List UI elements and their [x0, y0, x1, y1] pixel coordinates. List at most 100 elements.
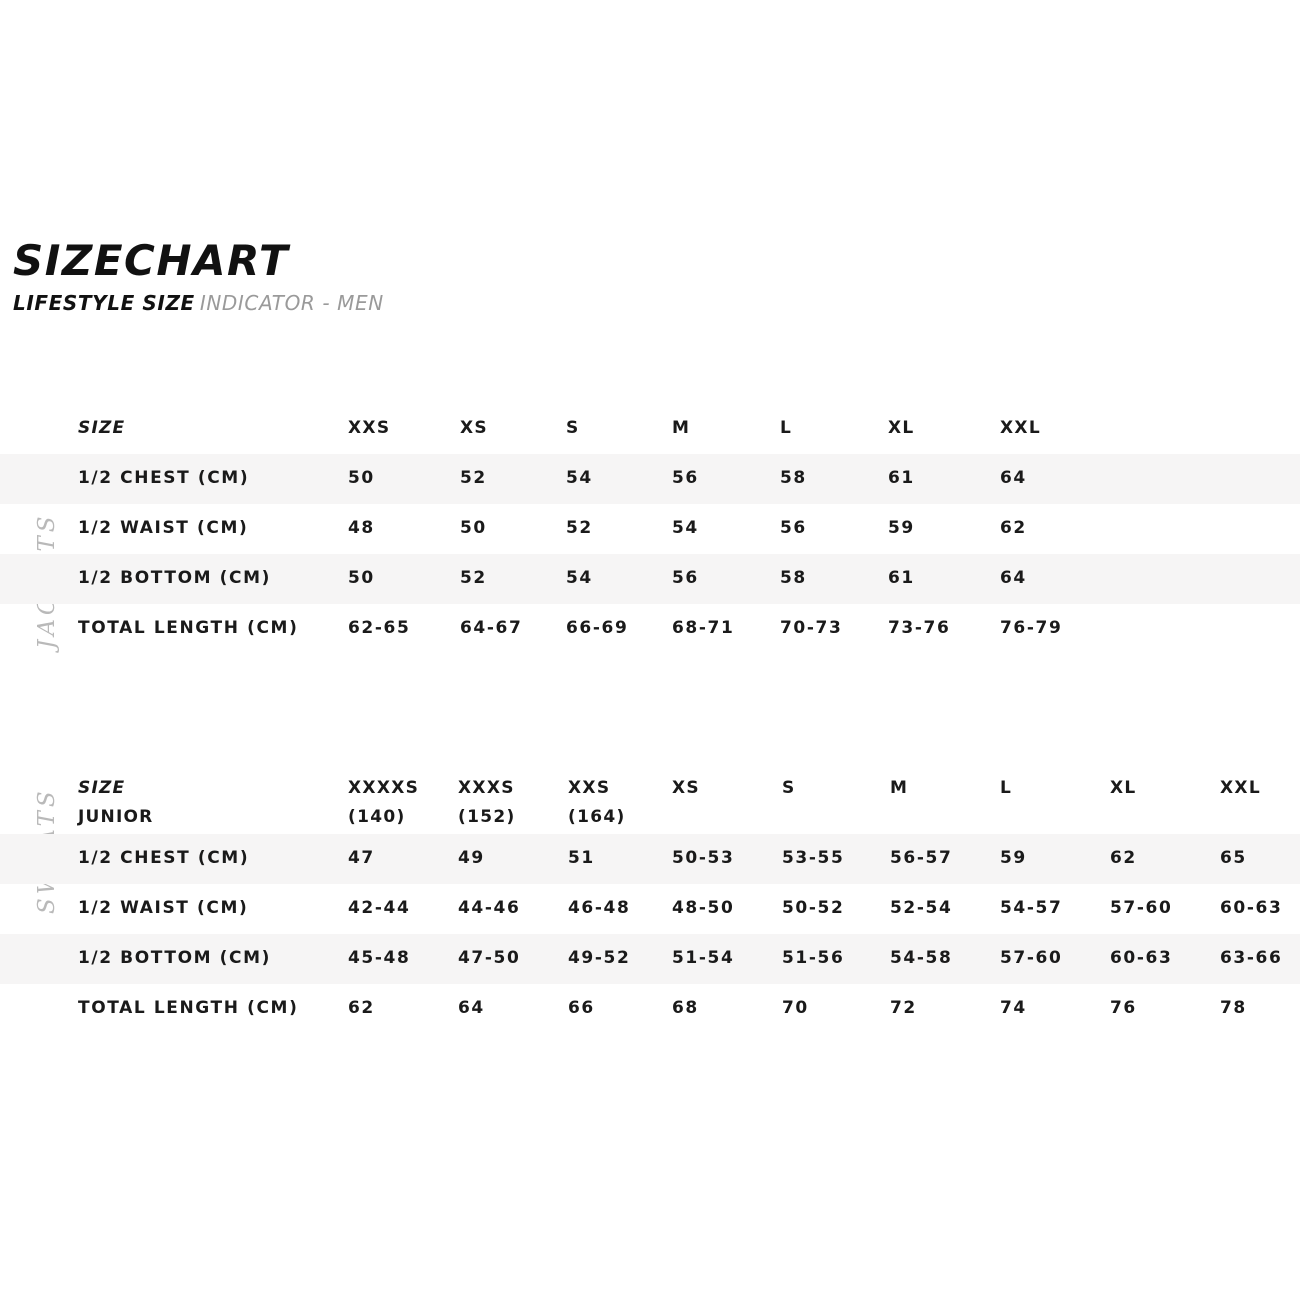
cell-value: 52 — [566, 518, 593, 539]
column-header-jackets-3: M — [672, 418, 691, 439]
column-subheader-sweats-6 — [1000, 808, 1012, 828]
cell-value: 61 — [888, 468, 915, 489]
row-label: 1/2 WAIST (CM) — [78, 518, 249, 539]
column-header-sweats-8: XXL — [1220, 778, 1261, 827]
column-subheader-sweats-1: (152) — [458, 806, 516, 827]
column-subheader-sweats-4 — [782, 808, 796, 828]
column-header-jackets-2: S — [566, 418, 580, 439]
jackets-table-rows: SIZE XXS XS S M L XL XXL 1/2 CHEST (CM) 50 52 54 56 5… — [0, 404, 1300, 654]
column-header-size: SIZE JUNIOR — [78, 777, 154, 827]
column-header-sweats-1: XXXS (152) — [458, 777, 516, 827]
jackets-table-block: JACKETS SIZEXXSXSSMLXLXXL1/2 CHEST (CM)5… — [0, 404, 1300, 664]
cell-value: 49 — [458, 848, 485, 869]
row-label: TOTAL LENGTH (CM) — [78, 618, 299, 639]
row-label: 1/2 BOTTOM (CM) — [78, 948, 271, 969]
cell-value: 54-57 — [1000, 898, 1063, 919]
cell-value: 52 — [460, 468, 487, 489]
cell-value: 57-60 — [1000, 948, 1063, 969]
column-subheader-sweats-7 — [1110, 808, 1137, 828]
column-header-sweats-7: XL — [1110, 778, 1137, 828]
cell-value: 60-63 — [1110, 948, 1173, 969]
cell-value: 51-54 — [672, 948, 735, 969]
column-header-sweats-6: L — [1000, 778, 1012, 828]
cell-value: 57-60 — [1110, 898, 1173, 919]
cell-value: 76 — [1110, 998, 1137, 1019]
table-header-row: SIZE XXS XS S M L XL XXL — [0, 404, 1300, 454]
column-header-sweats-5: M — [890, 778, 908, 828]
column-header-sweats-4: S — [782, 778, 796, 828]
cell-value: 70-73 — [780, 618, 843, 639]
table-row: 1/2 WAIST (CM) 42-44 44-46 46-48 48-50 50-52 5… — [0, 884, 1300, 934]
subtitle-strong: LIFESTYLE SIZE — [13, 291, 195, 315]
cell-value: 54 — [672, 518, 699, 539]
column-header-jackets-0: XXS — [348, 418, 391, 439]
cell-value: 68 — [672, 998, 699, 1019]
cell-value: 50 — [348, 468, 375, 489]
column-header-jackets-6: XXL — [1000, 418, 1041, 439]
table-row: TOTAL LENGTH (CM) 62-65 64-67 66-69 68-71 70-… — [0, 604, 1300, 654]
cell-value: 56-57 — [890, 848, 953, 869]
column-subheader-sweats-3 — [672, 808, 700, 828]
cell-value: 44-46 — [458, 898, 521, 919]
cell-value: 60-63 — [1220, 898, 1283, 919]
row-label: 1/2 CHEST (CM) — [78, 468, 250, 489]
table-row: 1/2 WAIST (CM) 48 50 52 54 56 59 62 — [0, 504, 1300, 554]
cell-value: 46-48 — [568, 898, 631, 919]
column-header-sweats-2: XXS (164) — [568, 777, 626, 827]
column-header-sweats-3: XS — [672, 778, 700, 828]
cell-value: 54 — [566, 468, 593, 489]
cell-value: 68-71 — [672, 618, 735, 639]
cell-value: 54 — [566, 568, 593, 589]
cell-value: 58 — [780, 468, 807, 489]
cell-value: 56 — [672, 468, 699, 489]
sizechart-page: SIZECHART LIFESTYLE SIZE INDICATOR - MEN … — [0, 0, 1300, 1300]
cell-value: 52-54 — [890, 898, 953, 919]
cell-value: 50 — [460, 518, 487, 539]
row-label: 1/2 CHEST (CM) — [78, 848, 250, 869]
cell-value: 54-58 — [890, 948, 953, 969]
cell-value: 51-56 — [782, 948, 845, 969]
cell-value: 65 — [1220, 848, 1247, 869]
row-label: TOTAL LENGTH (CM) — [78, 998, 299, 1019]
cell-value: 50-52 — [782, 898, 845, 919]
column-header-sweats-0: XXXXS (140) — [348, 777, 420, 827]
cell-value: 63-66 — [1220, 948, 1283, 969]
column-subheader-sweats-5 — [890, 808, 908, 828]
column-header-jackets-4: L — [780, 418, 793, 439]
sweats-table-block: SWEATS SIZEJUNIORXXXXS(140)XXXS(152)XXS(… — [0, 772, 1300, 1072]
column-subheader-sweats-0: (140) — [348, 806, 406, 827]
table-row: 1/2 CHEST (CM) 50 52 54 56 58 61 64 — [0, 454, 1300, 504]
subtitle-light: INDICATOR - MEN — [199, 291, 384, 315]
table-row: 1/2 CHEST (CM) 47 49 51 50-53 53-55 56-57 59 62 6… — [0, 834, 1300, 884]
column-header-junior: JUNIOR — [78, 806, 154, 827]
cell-value: 50-53 — [672, 848, 735, 869]
cell-value: 78 — [1220, 998, 1247, 1019]
cell-value: 62 — [1110, 848, 1137, 869]
cell-value: 76-79 — [1000, 618, 1063, 639]
cell-value: 59 — [1000, 848, 1027, 869]
row-label: 1/2 WAIST (CM) — [78, 898, 249, 919]
cell-value: 48 — [348, 518, 375, 539]
cell-value: 51 — [568, 848, 595, 869]
cell-value: 64 — [1000, 468, 1027, 489]
cell-value: 62-65 — [348, 618, 411, 639]
cell-value: 73-76 — [888, 618, 951, 639]
cell-value: 72 — [890, 998, 917, 1019]
cell-value: 56 — [780, 518, 807, 539]
column-header-jackets-1: XS — [460, 418, 488, 439]
cell-value: 47-50 — [458, 948, 521, 969]
page-title: SIZECHART — [13, 236, 290, 285]
row-label: 1/2 BOTTOM (CM) — [78, 568, 271, 589]
cell-value: 64-67 — [460, 618, 523, 639]
heading-block: SIZECHART LIFESTYLE SIZE INDICATOR - MEN — [13, 236, 713, 315]
cell-value: 47 — [348, 848, 375, 869]
cell-value: 42-44 — [348, 898, 411, 919]
cell-value: 49-52 — [568, 948, 631, 969]
cell-value: 61 — [888, 568, 915, 589]
cell-value: 66-69 — [566, 618, 629, 639]
column-subheader-sweats-2: (164) — [568, 806, 626, 827]
table-header-row: SIZE JUNIOR XXXXS (140) XXXS (152) XXS (164) XS … — [0, 772, 1300, 834]
cell-value: 74 — [1000, 998, 1027, 1019]
cell-value: 53-55 — [782, 848, 845, 869]
cell-value: 64 — [458, 998, 485, 1019]
